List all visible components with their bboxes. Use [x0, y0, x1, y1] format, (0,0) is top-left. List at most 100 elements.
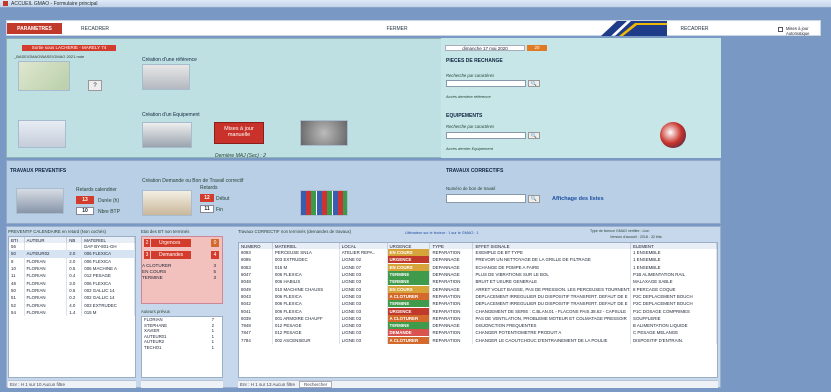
prev-cell: 4.0	[66, 301, 83, 309]
urgences-button[interactable]: Urgences	[151, 239, 191, 247]
table-row[interactable]: 7848 012 PESAGE LIGNE 03 TERMINE DEPANNAGE DI…	[239, 321, 717, 330]
table-row[interactable]: 8042 006 FLEXICA LIGNE 03 TERMINE REPARATION…	[239, 300, 717, 308]
urgence-cell: A CLOTURER	[387, 314, 431, 322]
urgence-cell: EN COURS	[387, 285, 431, 293]
prev-cell: 0.2	[66, 294, 83, 302]
prev-cell: 50	[9, 286, 25, 295]
correctif-cell: 006 FLEXICA	[272, 300, 340, 308]
window-title: ACCUEIL GMAO - Formulaire principal	[11, 0, 98, 7]
correctifs-title: TRAVAUX CORRECTIFS	[446, 168, 504, 174]
pieces-title: PIECES DE RECHANGE	[446, 58, 503, 64]
correctif-navigation[interactable]: Enr : H 1 sur 13 Aucun filtre Rechercher	[238, 380, 718, 388]
date-field: dimanche 17 mai 2020	[445, 45, 525, 51]
pieces-search-input[interactable]	[446, 80, 526, 87]
correctif-cell: 001 ARMOIRE CHAUFF	[272, 314, 340, 322]
correctif-cell: PAS DE VENTILATION, PROBLEME MOTEUR ET C…	[472, 314, 632, 322]
correctif-cell: 8042	[239, 300, 273, 308]
retard-debut-count: 12	[200, 194, 214, 202]
urgence-cell: DEMANDE	[387, 329, 431, 337]
status-badge: URGENCE	[387, 256, 429, 264]
nbre-btp-label: Nbre BTP	[98, 209, 120, 215]
prev-cell: 52	[9, 301, 25, 309]
status-row[interactable]: TERMINE 3	[142, 275, 222, 281]
urgence-cell: TERMINE	[387, 278, 431, 286]
equipements-search-button[interactable]: 🔍	[528, 132, 540, 139]
table-row[interactable]: 8039 001 ARMOIRE CHAUFF LIGNE 03 A CLOTURER…	[239, 314, 717, 322]
status-badge: TERMINE	[387, 300, 429, 308]
correctif-nav-text[interactable]: Enr : H 1 sur 13 Aucun filtre	[240, 382, 295, 387]
prev-cell: 006 FLEXICA	[81, 257, 135, 265]
prev-cell: 8	[9, 257, 25, 265]
recadrer-left-button[interactable]: RECADRER	[65, 23, 125, 34]
demandes-count: 3	[144, 251, 150, 259]
correctif-search[interactable]: Rechercher	[299, 381, 333, 388]
prev-cell: DAF BY-801-GH	[81, 243, 135, 251]
table-row[interactable]: 48 FLORIAN 3.0 006 FLEXICA	[9, 279, 135, 287]
status-badge: A CLOTURER	[387, 336, 429, 344]
retard-debut-label: Début	[216, 196, 230, 202]
table-row[interactable]: 7847 012 PESAGE LIGNE 03 DEMANDE REPARATION C…	[239, 329, 717, 337]
equipements-last-link[interactable]: Accès dernier Equipement	[446, 146, 493, 151]
auteur-row[interactable]: TECHO1 1	[142, 345, 222, 351]
preventifs-title: TRAVAUX PREVENTIFS	[10, 168, 67, 174]
table-row[interactable]: 50 FLORIAN 0.5 002 GALLIC 14	[9, 286, 135, 295]
table-row[interactable]: 56 DAF BY-801-GH	[9, 243, 135, 251]
correctif-cell: 8043	[239, 292, 273, 301]
prev-list-header: PREVENTIF CALENDAIRE en retard (Non coch…	[8, 229, 106, 234]
correctif-cell: 8049	[239, 285, 273, 293]
prev-cell: FLORIAN	[24, 264, 68, 273]
auto-update-checkbox[interactable]	[778, 27, 783, 32]
demandes-button[interactable]: Demandes	[151, 251, 191, 259]
fermer-button[interactable]: FERMER	[367, 23, 427, 34]
status-badge: A CLOTURER	[387, 292, 429, 300]
equipement-image-2	[142, 122, 192, 148]
prev-cell: 48	[9, 279, 25, 287]
table-row[interactable]: 8093 PERCEUSE SN1A ATELIER REPA.. EN COURS R…	[239, 249, 717, 257]
pieces-last-ref-link[interactable]: Accès dernière référence	[446, 94, 491, 99]
correctif-cell: DEPANNAGE	[429, 263, 474, 271]
table-row[interactable]: 7784 002 ASCENSEUR LIGNE 03 A CLOTURER REPAR…	[239, 336, 717, 344]
table-row[interactable]: 52 FLORIAN 4.0 003 EXTRUDEC	[9, 301, 135, 309]
status-badge: TERMINE	[387, 271, 429, 279]
table-row[interactable]: 8053 015 M LIGNE 07 EN COURS DEPANNAGE ECHANG…	[239, 263, 717, 271]
bon-travail-input[interactable]	[446, 194, 526, 203]
pieces-search-button[interactable]: 🔍	[528, 80, 540, 87]
status-badge: TERMINE	[387, 278, 429, 286]
table-row[interactable]: 10 FLORIAN 0.5 006 MACHINE A	[9, 264, 135, 273]
table-row[interactable]: 8095 003 EXTRUDEC LIGNE 02 URGENCE DEPANNAGE…	[239, 256, 717, 264]
table-row[interactable]: 51 FLORIAN 0.2 002 GALLIC 14	[9, 294, 135, 302]
table-row[interactable]: 8047 006 FLEXICA LIGNE 03 TERMINE DEPANNAGE P…	[239, 270, 717, 279]
site-map-button[interactable]: ?	[88, 80, 102, 91]
prev-cell: 006 FLEXICA	[81, 279, 135, 287]
table-row[interactable]: 8049 010 MACHINE CHAUSS LIGNE 03 EN COURS DE…	[239, 285, 717, 293]
correctif-cell: ATELIER REPA..	[339, 249, 388, 257]
table-row[interactable]: 8041 006 FLEXICA LIGNE 03 URGENCE REPARATION…	[239, 307, 717, 315]
table-row[interactable]: 8 FLORIAN 2.0 006 FLEXICA	[9, 257, 135, 265]
correctif-cell: LIGNE 03	[339, 278, 388, 286]
correctif-cell: REPARATION	[429, 278, 474, 286]
correctif-cell: 7784	[239, 336, 273, 344]
retard-fin-count: 11	[200, 205, 214, 213]
recadrer-right-button[interactable]: RECADRER	[672, 23, 717, 34]
table-row[interactable]: 11 FLORIAN 0.4 012 PESAGE	[9, 272, 135, 280]
prev-list-navigation[interactable]: Enr : H 1 sur 10 Aucun filtre	[8, 380, 136, 388]
correctif-cell: ARRET VOLET BAISSE, PAS DE PRESSION. LES…	[472, 285, 632, 293]
table-row[interactable]: 8048 006 HABILIS LIGNE 03 TERMINE REPARATION…	[239, 278, 717, 286]
manual-update-button[interactable]: Mises à jour manuelle	[214, 122, 264, 144]
table-row[interactable]: 50 AUTEUR02 2.0 006 FLEXICA	[9, 250, 135, 258]
correctif-cell: 8039	[239, 314, 273, 322]
retards-calendrier-label: Retards calendrier	[76, 187, 117, 193]
prev-cell: 10	[9, 264, 25, 273]
equipements-search-input[interactable]	[446, 132, 526, 139]
window-titlebar: ACCUEIL GMAO - Formulaire principal	[0, 0, 831, 8]
table-row[interactable]: 54 FLORIAN 1.4 015 M	[9, 308, 135, 316]
status-count: 3	[213, 275, 216, 280]
auteurs-navigation	[141, 380, 223, 388]
affichage-listes-link[interactable]: Affichage des listes	[552, 196, 604, 202]
bon-travail-search-button[interactable]: 🔍	[528, 195, 540, 203]
correctif-cell: LIGNE 03	[339, 336, 388, 344]
table-row[interactable]: 8043 006 FLEXICA LIGNE 03 A CLOTURER REPARAT…	[239, 292, 717, 301]
parametres-button[interactable]: PARAMETRES	[7, 23, 62, 34]
correctif-list-header: Travaux CORRECTIF non terminés (demandes…	[238, 229, 352, 234]
equipements-title: EQUIPEMENTS	[446, 113, 483, 119]
